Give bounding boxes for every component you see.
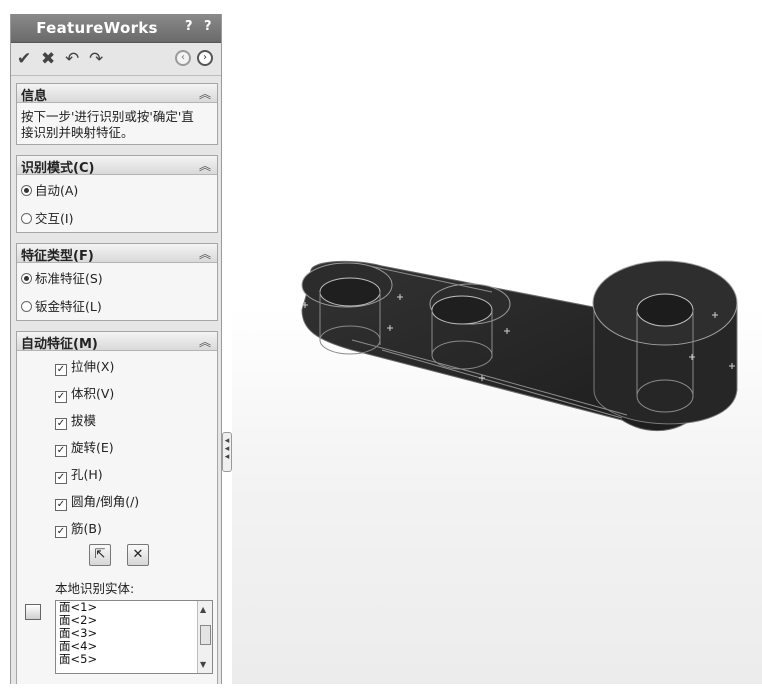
auto-features-title: 自动特征(M) bbox=[21, 337, 98, 352]
checkbox-draft[interactable]: ✓ 拔模 bbox=[55, 410, 96, 430]
collapse-icon[interactable]: ︽ bbox=[199, 245, 211, 262]
clear-selection-icon: ✕ bbox=[132, 547, 144, 562]
checkbox-label: 旋转(E) bbox=[71, 440, 114, 455]
collapse-icon[interactable]: ︽ bbox=[199, 85, 211, 102]
checkbox-rib[interactable]: ✓ 筋(B) bbox=[55, 518, 102, 538]
checkbox-label: 孔(H) bbox=[71, 467, 103, 482]
checkbox-icon: ✓ bbox=[55, 391, 67, 403]
scroll-down-icon[interactable]: ▼ bbox=[200, 660, 206, 669]
radio-auto[interactable]: 自动(A) bbox=[21, 180, 78, 199]
checkbox-label: 筋(B) bbox=[71, 521, 102, 536]
auto-features-header[interactable]: 自动特征(M) ︽ bbox=[17, 332, 217, 352]
radio-label: 钣金特征(L) bbox=[35, 299, 102, 314]
cancel-x-icon[interactable]: ✖ bbox=[41, 49, 55, 69]
radio-icon bbox=[21, 213, 32, 224]
info-section: 信息 ︽ 按下一步'进行识别或按'确定'直 接识别并映射特征。 bbox=[16, 83, 218, 145]
scroll-thumb[interactable] bbox=[200, 625, 211, 645]
featureworks-panel: FeatureWorks ? ? ✔ ✖ ↶ ↷ ‹ › 信息 ︽ 按下一步'进… bbox=[10, 14, 222, 684]
radio-icon bbox=[21, 185, 32, 196]
mid-hole bbox=[431, 295, 493, 325]
panel-collapse-handle[interactable]: ◂ ◂ ◂ bbox=[222, 432, 232, 472]
panel-titlebar: FeatureWorks ? ? bbox=[11, 14, 221, 43]
feature-type-header[interactable]: 特征类型(F) ︽ bbox=[17, 244, 217, 264]
graphics-viewport[interactable] bbox=[232, 0, 762, 684]
help-icon[interactable]: ? bbox=[204, 19, 212, 34]
local-entities-label: 本地识别实体: bbox=[55, 581, 135, 596]
info-line: 接识别并映射特征。 bbox=[21, 125, 134, 140]
left-hole bbox=[319, 277, 381, 307]
checkbox-hole[interactable]: ✓ 孔(H) bbox=[55, 464, 103, 484]
radio-sheetmetal[interactable]: 钣金特征(L) bbox=[21, 296, 102, 315]
panel-title: FeatureWorks bbox=[36, 19, 158, 37]
radio-label: 标准特征(S) bbox=[35, 271, 103, 286]
redo-icon[interactable]: ↷ bbox=[89, 49, 103, 69]
undo-icon[interactable]: ↶ bbox=[65, 49, 79, 69]
help-icon[interactable]: ? bbox=[185, 19, 193, 34]
select-cursor-icon: ⇱ bbox=[94, 547, 106, 562]
checkbox-icon: ✓ bbox=[55, 445, 67, 457]
radio-standard[interactable]: 标准特征(S) bbox=[21, 268, 103, 287]
info-header[interactable]: 信息 ︽ bbox=[17, 84, 217, 104]
auto-features-section: 自动特征(M) ︽ ✓ 拉伸(X) ✓ 体积(V) ✓ 拔模 ✓ 旋转(E) ✓ 孔(H)… bbox=[16, 331, 218, 684]
radio-icon bbox=[21, 273, 32, 284]
list-scrollbar[interactable]: ▲ ▼ bbox=[197, 601, 212, 673]
checkbox-icon: ✓ bbox=[55, 418, 67, 430]
checkbox-extrude[interactable]: ✓ 拉伸(X) bbox=[55, 356, 114, 376]
checkbox-icon: ✓ bbox=[55, 499, 67, 511]
checkbox-icon: ✓ bbox=[55, 472, 67, 484]
checkbox-label: 圆角/倒角(/) bbox=[71, 494, 140, 509]
next-icon[interactable]: › bbox=[197, 50, 213, 66]
right-hole bbox=[636, 293, 694, 327]
checkbox-label: 体积(V) bbox=[71, 386, 115, 401]
radio-label: 自动(A) bbox=[35, 183, 79, 198]
part-model bbox=[301, 260, 738, 432]
mode-section: 识别模式(C) ︽ 自动(A) 交互(I) bbox=[16, 155, 218, 233]
collapse-icon[interactable]: ︽ bbox=[199, 157, 211, 174]
mode-title: 识别模式(C) bbox=[21, 161, 95, 176]
feature-type-section: 特征类型(F) ︽ 标准特征(S) 钣金特征(L) bbox=[16, 243, 218, 321]
checkbox-icon: ✓ bbox=[55, 364, 67, 376]
entity-listbox[interactable]: 面<1> 面<2> 面<3> 面<4> 面<5> ▲ ▼ bbox=[55, 600, 213, 674]
info-title: 信息 bbox=[21, 89, 48, 104]
checkbox-icon: ✓ bbox=[55, 526, 67, 538]
checkbox-label: 拉伸(X) bbox=[71, 359, 115, 374]
checkbox-fillet[interactable]: ✓ 圆角/倒角(/) bbox=[55, 491, 139, 511]
checkbox-volume[interactable]: ✓ 体积(V) bbox=[55, 383, 114, 403]
face-entity-icon bbox=[25, 604, 41, 620]
scroll-up-icon[interactable]: ▲ bbox=[200, 605, 206, 614]
clear-selection-button[interactable]: ✕ bbox=[127, 544, 149, 566]
list-item[interactable]: 面<5> bbox=[56, 653, 212, 666]
checkbox-revolve[interactable]: ✓ 旋转(E) bbox=[55, 437, 114, 457]
feature-type-title: 特征类型(F) bbox=[21, 249, 94, 264]
ok-check-icon[interactable]: ✔ bbox=[17, 49, 31, 69]
collapse-icon[interactable]: ︽ bbox=[199, 333, 211, 350]
checkbox-label: 拔模 bbox=[71, 413, 97, 428]
radio-label: 交互(I) bbox=[35, 211, 74, 226]
select-entities-button[interactable]: ⇱ bbox=[89, 544, 111, 566]
back-icon[interactable]: ‹ bbox=[175, 50, 191, 66]
radio-interactive[interactable]: 交互(I) bbox=[21, 208, 73, 227]
panel-toolbar: ✔ ✖ ↶ ↷ ‹ › bbox=[11, 43, 221, 76]
mode-header[interactable]: 识别模式(C) ︽ bbox=[17, 156, 217, 176]
radio-icon bbox=[21, 301, 32, 312]
